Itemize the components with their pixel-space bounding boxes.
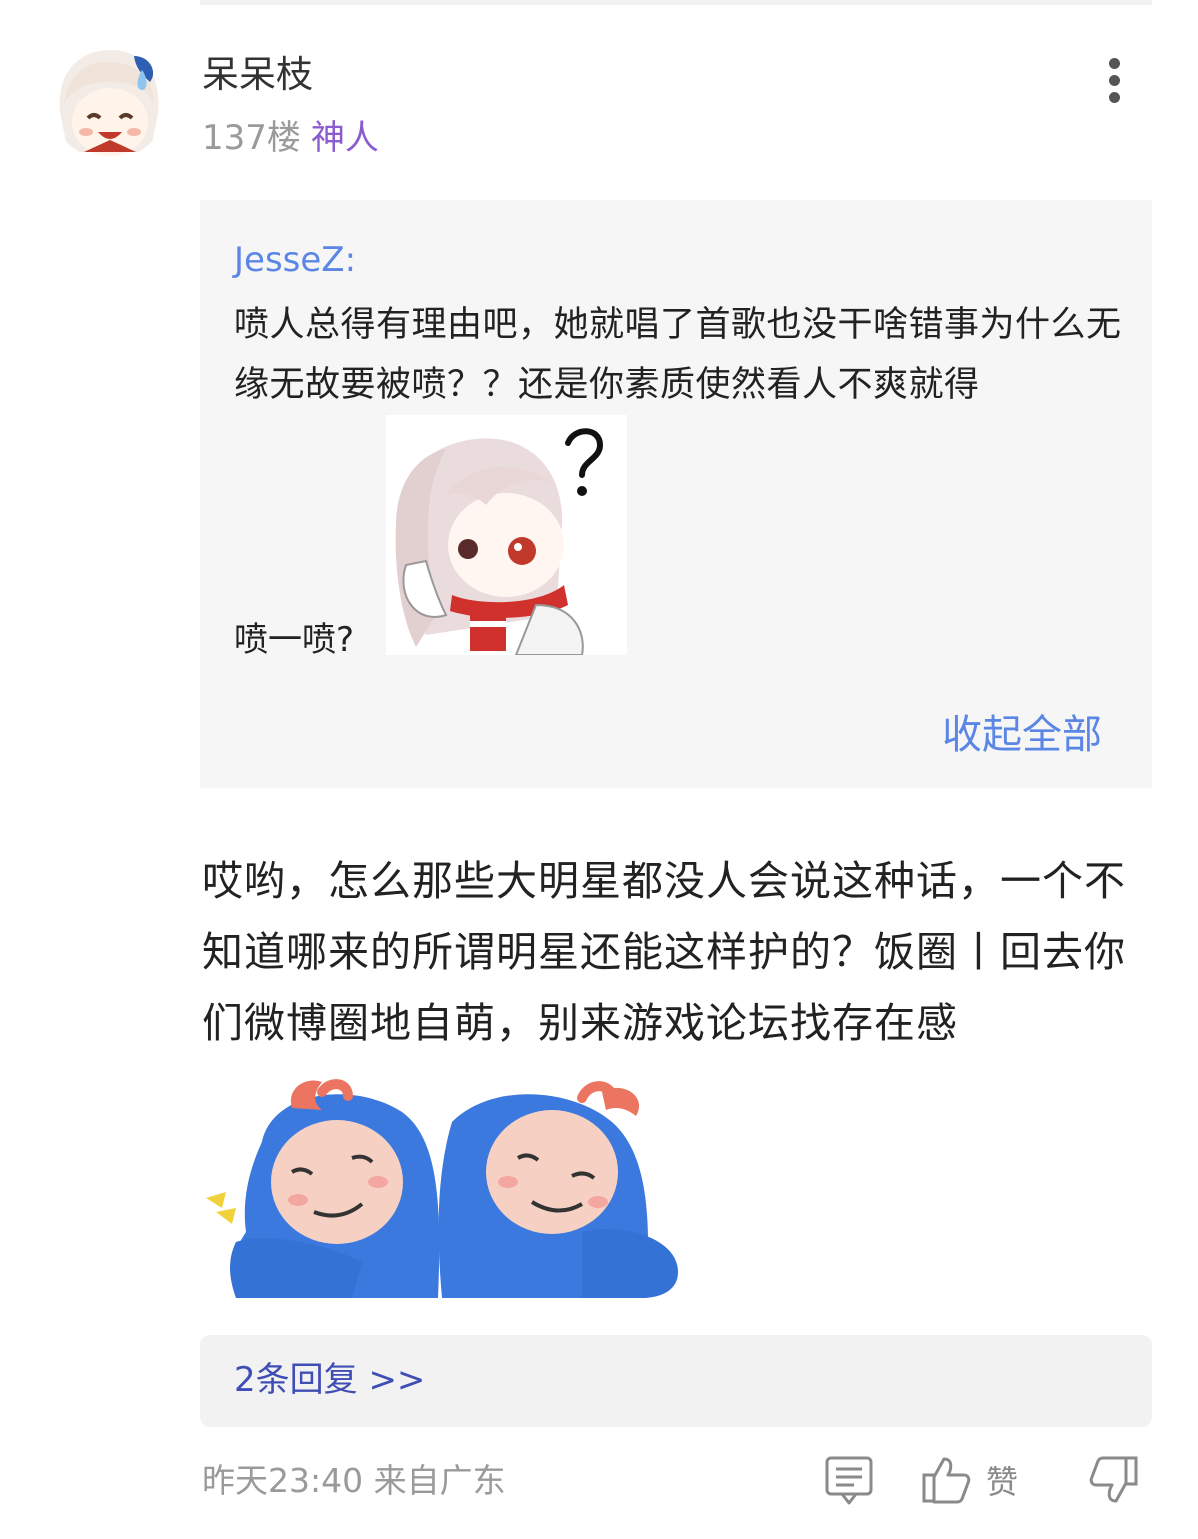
confused-character-sticker: [386, 415, 627, 656]
thumbs-down-icon[interactable]: [1088, 1453, 1140, 1507]
hugging-characters-sticker: [206, 1079, 678, 1298]
floor-number: 137楼: [202, 118, 301, 158]
avatar-illustration: [50, 42, 168, 160]
post-timestamp: 昨天23:40 来自广东: [202, 1461, 506, 1500]
comment-sticker-image[interactable]: [202, 1062, 682, 1298]
post-meta: 137楼 神人: [202, 116, 379, 160]
top-divider: [200, 0, 1152, 5]
quote-text: 喷人总得有理由吧，她就唱了首歌也没干啥错事为什么无缘无故要被喷？？还是你素质使然…: [234, 305, 1122, 405]
quote-text-tail: 喷一喷?: [234, 620, 355, 660]
view-replies-button[interactable]: 2条回复 >>: [200, 1335, 1152, 1427]
user-avatar[interactable]: [50, 42, 168, 160]
more-vertical-icon[interactable]: [1094, 58, 1134, 108]
quote-author[interactable]: JesseZ:: [234, 238, 356, 282]
quote-sticker-image[interactable]: [386, 415, 627, 656]
user-badge: 神人: [310, 118, 379, 158]
thumbs-up-icon[interactable]: [920, 1453, 972, 1507]
username[interactable]: 呆呆枝: [202, 52, 313, 98]
comment-icon[interactable]: [824, 1453, 874, 1507]
like-label[interactable]: 赞: [986, 1460, 1018, 1504]
replies-count-link[interactable]: 2条回复 >>: [234, 1357, 425, 1403]
comment-body: 哎哟，怎么那些大明星都没人会说这种话，一个不知道哪来的所谓明星还能这样护的？饭圈…: [202, 857, 1126, 1047]
quoted-comment: JesseZ: 喷人总得有理由吧，她就唱了首歌也没干啥错事为什么无缘无故要被喷？…: [200, 200, 1152, 788]
collapse-all-button[interactable]: 收起全部: [942, 710, 1102, 760]
